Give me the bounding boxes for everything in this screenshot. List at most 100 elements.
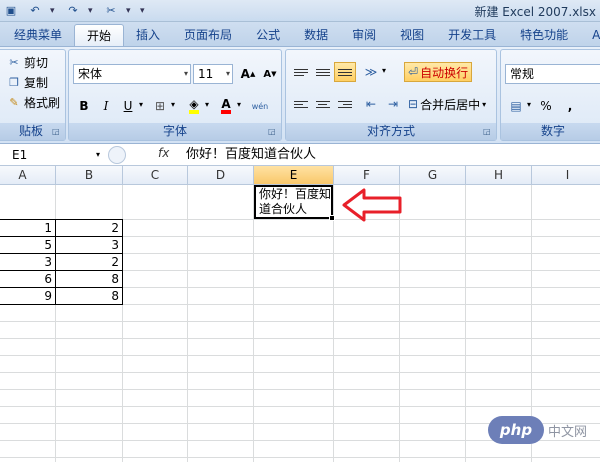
font-name-select[interactable]: 宋体 ▾ xyxy=(73,64,191,84)
customize-toolbar-icon[interactable]: ▾ xyxy=(140,6,148,16)
align-bottom-button[interactable] xyxy=(334,62,356,82)
align-center-button[interactable] xyxy=(312,94,334,114)
cell-b2[interactable]: 2 xyxy=(56,220,122,236)
orientation-button[interactable]: ≫ xyxy=(360,62,382,82)
cell-a3[interactable]: 5 xyxy=(0,237,55,253)
fill-color-button[interactable]: ◈ xyxy=(183,96,205,116)
ribbon-tabs: 经典菜单 开始 插入 页面布局 公式 数据 审阅 视图 开发工具 特色功能 A xyxy=(0,22,600,46)
cell-a4[interactable]: 3 xyxy=(0,254,55,270)
phonetic-button[interactable]: wén xyxy=(249,96,271,116)
name-box[interactable]: E1 ▾ xyxy=(2,146,102,164)
borders-dropdown-icon[interactable]: ▾ xyxy=(171,100,175,109)
decrease-indent-button[interactable]: ⇤ xyxy=(360,94,382,114)
underline-dropdown-icon[interactable]: ▾ xyxy=(139,100,143,109)
tab-insert[interactable]: 插入 xyxy=(124,24,172,46)
copy-label: 复制 xyxy=(24,76,49,90)
fill-handle[interactable] xyxy=(329,215,335,221)
font-size-select[interactable]: 11 ▾ xyxy=(193,64,233,84)
gridline xyxy=(0,389,600,390)
font-color-button[interactable]: A xyxy=(215,96,237,116)
undo-dropdown-icon[interactable]: ▾ xyxy=(50,6,58,16)
currency-icon: ▤ xyxy=(510,99,522,113)
tab-page-layout[interactable]: 页面布局 xyxy=(172,24,244,46)
gridline xyxy=(187,185,188,462)
align-left-button[interactable] xyxy=(290,94,312,114)
clipboard-group: ✂ 剪切 ❐ 复制 ✎ 格式刷 贴板 ◲ xyxy=(0,49,66,141)
column-header-d[interactable]: D xyxy=(188,166,254,185)
align-top-button[interactable] xyxy=(290,62,312,82)
bold-button[interactable]: B xyxy=(73,96,95,116)
column-header-h[interactable]: H xyxy=(466,166,532,185)
formula-cancel-icon[interactable] xyxy=(108,146,126,164)
formula-input[interactable]: 你好！百度知道合伙人 xyxy=(186,146,316,164)
cell-b4[interactable]: 2 xyxy=(56,254,122,270)
cell-a2[interactable]: 1 xyxy=(0,220,55,236)
save-icon[interactable]: ▣ xyxy=(2,2,20,19)
font-launcher-icon[interactable]: ◲ xyxy=(268,127,278,137)
tab-special-features[interactable]: 特色功能 xyxy=(508,24,580,46)
undo-icon[interactable]: ↶ xyxy=(26,2,44,19)
redo-icon[interactable]: ↷ xyxy=(64,2,82,19)
tools-dropdown-icon[interactable]: ▾ xyxy=(126,6,134,16)
comma-style-button[interactable]: , xyxy=(559,96,581,116)
format-painter-button[interactable]: ✎ 格式刷 xyxy=(7,94,60,111)
tab-developer[interactable]: 开发工具 xyxy=(436,24,508,46)
borders-button[interactable]: ⊞ xyxy=(149,96,171,116)
tab-home[interactable]: 开始 xyxy=(74,24,125,46)
brush-icon: ✎ xyxy=(9,96,19,109)
number-group-label: 数字 xyxy=(501,123,600,140)
cell-b5[interactable]: 8 xyxy=(56,271,122,287)
cell-a5[interactable]: 6 xyxy=(0,271,55,287)
active-cell-e1[interactable]: 你好！百度知道合伙人 xyxy=(254,185,333,219)
copy-button[interactable]: ❐ 复制 xyxy=(7,74,48,91)
font-size-value: 11 xyxy=(198,67,214,81)
cell-b3[interactable]: 3 xyxy=(56,237,122,253)
insert-function-icon[interactable]: fx xyxy=(158,146,169,160)
cut-label: 剪切 xyxy=(24,56,49,70)
tools-icon[interactable]: ✂ xyxy=(102,2,120,19)
column-header-f[interactable]: F xyxy=(334,166,400,185)
column-header-b[interactable]: B xyxy=(56,166,123,185)
accounting-format-button[interactable]: ▤ xyxy=(505,96,527,116)
tab-more[interactable]: A xyxy=(580,24,600,46)
font-color-dropdown-icon[interactable]: ▾ xyxy=(237,100,241,109)
number-format-select[interactable]: 常规 xyxy=(505,64,600,84)
shrink-font-button[interactable]: A ▼ xyxy=(259,64,281,84)
redo-dropdown-icon[interactable]: ▾ xyxy=(88,6,96,16)
underline-button[interactable]: U xyxy=(117,96,139,116)
merge-center-button[interactable]: ⊟ 合并后居中 ▾ xyxy=(404,94,490,114)
accounting-dropdown-icon[interactable]: ▾ xyxy=(527,100,531,109)
align-right-button[interactable] xyxy=(334,94,356,114)
fill-color-dropdown-icon[interactable]: ▾ xyxy=(205,100,209,109)
merge-center-label: 合并后居中 xyxy=(420,97,481,112)
tab-classic-menu[interactable]: 经典菜单 xyxy=(2,24,74,46)
merge-center-icon: ⊟ xyxy=(408,97,419,111)
column-header-c[interactable]: C xyxy=(123,166,188,185)
cell-b6[interactable]: 8 xyxy=(56,288,122,304)
number-format-value: 常规 xyxy=(510,67,535,81)
column-header-a[interactable]: A xyxy=(0,166,56,185)
title-bar: ▣ ↶ ▾ ↷ ▾ ✂ ▾ ▾ 新建 Excel 2007.xlsx xyxy=(0,0,600,22)
grow-font-button[interactable]: A ▲ xyxy=(237,64,259,84)
italic-button[interactable]: I xyxy=(95,96,117,116)
align-bottom-icon xyxy=(338,68,352,76)
column-header-e[interactable]: E xyxy=(254,166,334,185)
tab-review[interactable]: 审阅 xyxy=(340,24,388,46)
cut-button[interactable]: ✂ 剪切 xyxy=(7,54,48,71)
wrap-text-button[interactable]: ⏎ 自动换行 xyxy=(404,62,473,82)
increase-indent-icon: ⇥ xyxy=(387,97,399,111)
increase-indent-button[interactable]: ⇥ xyxy=(382,94,404,114)
column-header-g[interactable]: G xyxy=(400,166,466,185)
cell-a6[interactable]: 9 xyxy=(0,288,55,304)
tab-formulas[interactable]: 公式 xyxy=(244,24,292,46)
orientation-dropdown-icon[interactable]: ▾ xyxy=(382,66,386,75)
column-header-i[interactable]: I xyxy=(532,166,600,185)
clipboard-launcher-icon[interactable]: ◲ xyxy=(52,127,62,137)
align-middle-button[interactable] xyxy=(312,62,334,82)
alignment-launcher-icon[interactable]: ◲ xyxy=(483,127,493,137)
gridline xyxy=(0,406,600,407)
tab-data[interactable]: 数据 xyxy=(292,24,340,46)
tab-view[interactable]: 视图 xyxy=(388,24,436,46)
gridline xyxy=(399,185,400,462)
percent-style-button[interactable]: % xyxy=(535,96,557,116)
